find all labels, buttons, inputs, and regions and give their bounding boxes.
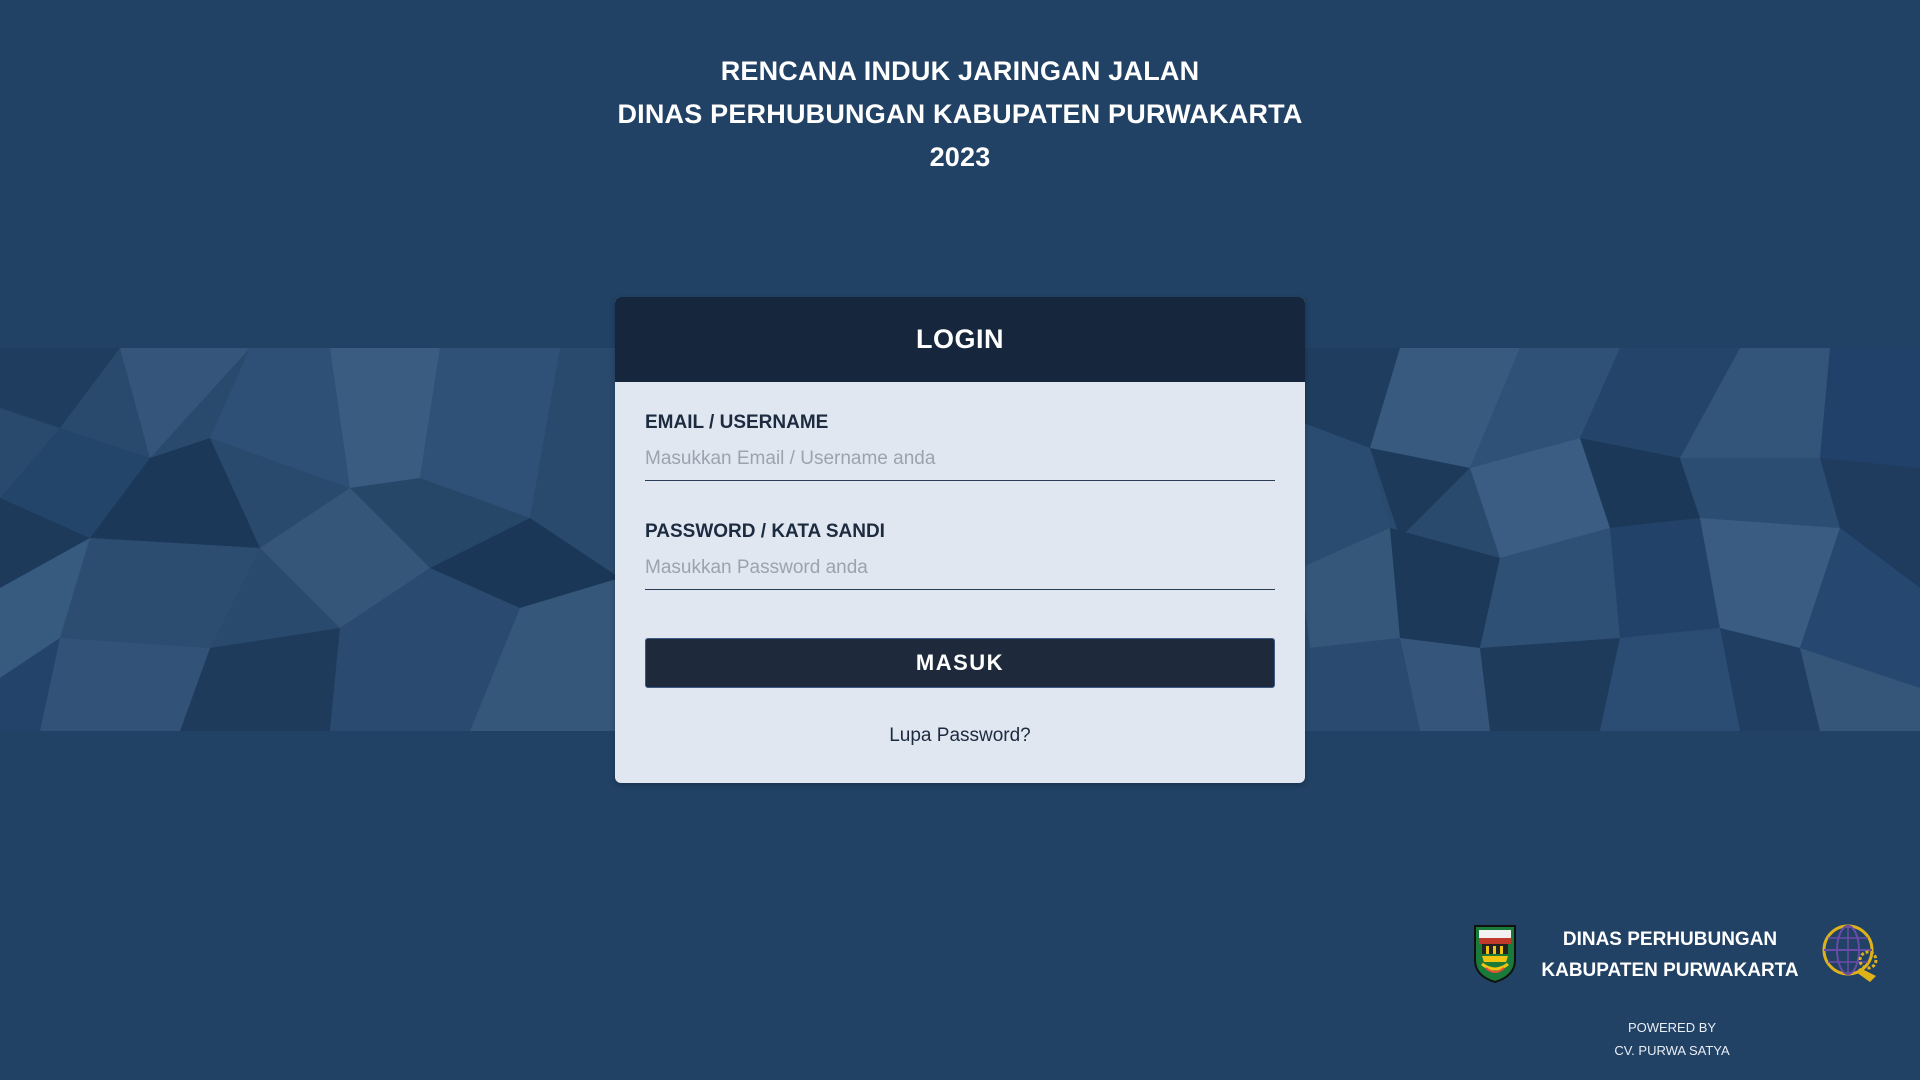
- title-year: 2023: [929, 142, 991, 172]
- powered-by-label: POWERED BY: [1627, 1020, 1717, 1035]
- password-input[interactable]: [645, 553, 1275, 590]
- title-line-1: RENCANA INDUK JARINGAN JALAN: [720, 56, 1200, 86]
- footer-org-line-2: KABUPATEN PURWAKARTA: [1541, 960, 1799, 981]
- footer-organization: DINAS PERHUBUNGAN KABUPATEN PURWAKARTA: [1541, 924, 1798, 986]
- login-card: LOGIN EMAIL / USERNAME PASSWORD / KATA S…: [615, 297, 1305, 783]
- powered-by-company: CV. PURWA SATYA: [1614, 1043, 1730, 1058]
- login-title: LOGIN: [916, 324, 1004, 354]
- footer-branding: DINAS PERHUBUNGAN KABUPATEN PURWAKARTA: [1470, 915, 1880, 995]
- powered-by: POWERED BY CV. PURWA SATYA: [1572, 1016, 1772, 1062]
- purwakarta-regency-emblem-icon: [1470, 922, 1520, 989]
- forgot-password-link[interactable]: Lupa Password?: [645, 725, 1275, 747]
- email-input[interactable]: [645, 444, 1275, 481]
- footer-org-line-1: DINAS PERHUBUNGAN: [1562, 929, 1778, 950]
- password-field-group: PASSWORD / KATA SANDI: [645, 521, 1275, 590]
- login-form: EMAIL / USERNAME PASSWORD / KATA SANDI M…: [615, 382, 1305, 747]
- masuk-button[interactable]: MASUK: [645, 638, 1275, 688]
- password-label: PASSWORD / KATA SANDI: [645, 521, 885, 542]
- dishub-globe-emblem-icon: [1820, 920, 1880, 991]
- login-card-header: LOGIN: [615, 297, 1305, 382]
- page-title: RENCANA INDUK JARINGAN JALAN DINAS PERHU…: [0, 50, 1920, 179]
- title-line-2: DINAS PERHUBUNGAN KABUPATEN PURWAKARTA: [617, 99, 1303, 129]
- email-label: EMAIL / USERNAME: [645, 412, 829, 433]
- email-field-group: EMAIL / USERNAME: [645, 412, 1275, 481]
